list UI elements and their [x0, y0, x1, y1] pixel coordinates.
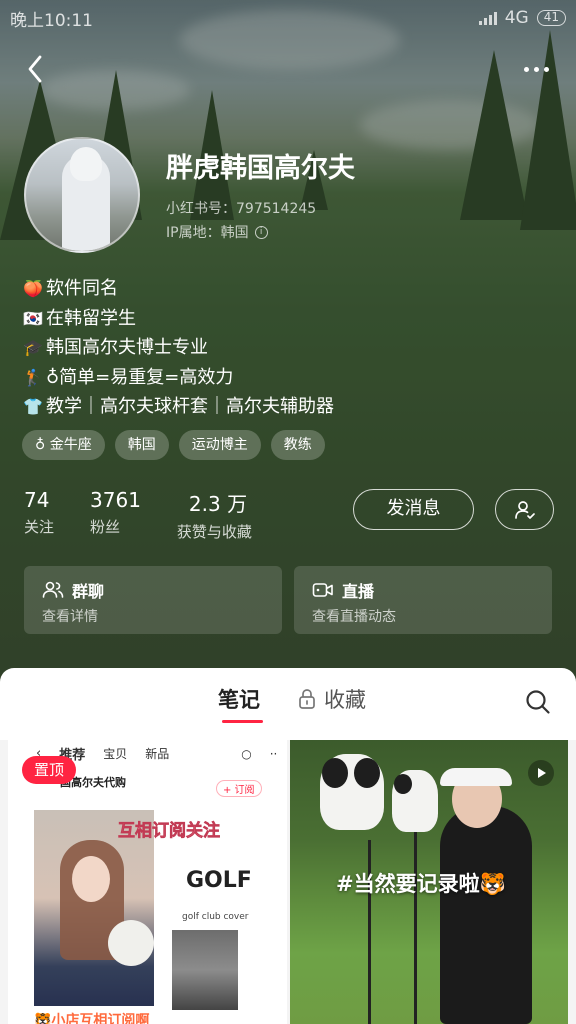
group-chat-card[interactable]: 群聊 查看详情: [24, 566, 282, 634]
bio-line: 🎓 韩国高尔夫博士专业: [22, 333, 334, 363]
peach-emoji-icon: 🍑: [23, 279, 43, 298]
bio-text: 韩国高尔夫博士专业: [46, 337, 208, 358]
note-overlay-caption: #当然要记录啦🐯: [336, 872, 506, 896]
lock-icon: [299, 689, 315, 709]
more-dots-icon: [523, 66, 529, 72]
network-label: 4G: [504, 8, 529, 28]
bio-text: 教学｜高尔夫球杆套｜高尔夫辅助器: [46, 396, 334, 417]
search-icon: [526, 690, 550, 714]
info-icon[interactable]: i: [254, 225, 268, 239]
stat-label: 粉丝: [90, 518, 121, 536]
mini-more-icon: ··: [269, 746, 278, 761]
mini-tab: 宝贝: [103, 747, 128, 761]
bio-text: 在韩留学生: [46, 307, 136, 329]
mini-subscribe-label: + 订阅: [216, 780, 262, 797]
profile-tags: ♁ 金牛座 韩国 运动博主 教练: [22, 430, 325, 460]
ip-location[interactable]: IP属地：韩国 i: [166, 222, 268, 242]
tag-role[interactable]: 教练: [270, 430, 325, 460]
bio-line: 👕 教学｜高尔夫球杆套｜高尔夫辅助器: [22, 392, 334, 422]
red-id[interactable]: 小红书号：797514245: [166, 198, 316, 218]
note-overlay-caption: 互相订阅关注: [118, 821, 221, 842]
stat-value: 3761: [90, 488, 141, 512]
chevron-left-icon: [28, 55, 42, 83]
send-message-button[interactable]: 发消息: [353, 489, 474, 530]
card-subtitle: 查看直播动态: [312, 609, 396, 625]
search-button[interactable]: [524, 688, 552, 716]
tag-zodiac[interactable]: ♁ 金牛座: [22, 430, 105, 460]
tab-favorites-label: 收藏: [324, 688, 366, 712]
avatar[interactable]: [24, 137, 140, 253]
bio: 🍑 软件同名 🇰🇷 在韩留学生 🎓 韩国高尔夫博士专业 🏌 ♁简单=易重复=高效…: [22, 274, 334, 422]
card-subtitle: 查看详情: [42, 609, 98, 625]
mini-search-icon: ○: [241, 746, 252, 761]
stat-followers[interactable]: 3761 粉丝: [90, 488, 141, 542]
battery-icon: 41: [536, 10, 566, 26]
bio-text: ♁简单=易重复=高效力: [46, 366, 234, 388]
back-button[interactable]: [18, 52, 52, 86]
stat-likes[interactable]: 2.3 万 获赞与收藏: [177, 488, 252, 542]
bio-text: 软件同名: [46, 278, 118, 299]
stat-value: 74: [24, 488, 50, 512]
top-bar: [0, 44, 576, 92]
golfer-emoji-icon: 🏌: [23, 367, 43, 387]
shirt-emoji-icon: 👕: [23, 397, 43, 416]
profile-stats: 74 关注 3761 粉丝 2.3 万 获赞与收藏: [24, 488, 288, 542]
golf-subtitle: golf club cover: [182, 912, 249, 922]
content-panel: 笔记 收藏 ‹ 推荐 宝贝 新品 ○ ·· 国高尔夫代购 + 订阅 互相订阅关注…: [0, 668, 576, 1024]
stat-value: 2.3 万: [188, 492, 248, 516]
tag-location[interactable]: 韩国: [114, 430, 169, 460]
tab-active-indicator: [222, 720, 263, 723]
ip-location-text: IP属地：韩国: [166, 225, 249, 241]
golf-cover-photo: [172, 930, 238, 1010]
card-title: 群聊: [72, 582, 105, 601]
mini-tab: 新品: [145, 747, 170, 761]
signal-icon: [478, 11, 497, 25]
tab-favorites[interactable]: 收藏: [298, 684, 366, 714]
tab-notes[interactable]: 笔记: [218, 684, 260, 714]
tag-category[interactable]: 运动博主: [178, 430, 261, 460]
status-bar: 晚上10:11 4G 41: [0, 0, 576, 36]
more-options-button[interactable]: [516, 52, 556, 86]
stat-following[interactable]: 74 关注: [24, 488, 54, 542]
group-icon: [42, 581, 64, 598]
card-title: 直播: [342, 582, 375, 601]
notes-grid: ‹ 推荐 宝贝 新品 ○ ·· 国高尔夫代购 + 订阅 互相订阅关注 GOLF …: [0, 740, 576, 1024]
profile-name: 胖虎韩国高尔夫: [166, 153, 355, 184]
content-tabs: 笔记 收藏: [0, 668, 576, 732]
stat-label: 关注: [24, 518, 55, 536]
pinned-badge: 置顶: [22, 756, 76, 784]
bio-line: 🇰🇷 在韩留学生: [22, 304, 334, 334]
follow-button[interactable]: [495, 489, 554, 530]
stat-label: 获赞与收藏: [176, 523, 252, 541]
note-card-video[interactable]: #当然要记录啦🐯: [290, 740, 568, 1024]
live-camera-icon: [312, 583, 333, 597]
user-check-icon: [514, 500, 535, 519]
play-icon: [528, 760, 554, 786]
status-time: 晚上10:11: [10, 10, 93, 31]
bio-line: 🏌 ♁简单=易重复=高效力: [22, 363, 334, 393]
note-title: 🐯小店互相订阅啊: [34, 1013, 150, 1024]
graduation-cap-icon: 🎓: [23, 338, 43, 357]
golf-title: GOLF: [186, 868, 252, 893]
korea-flag-icon: 🇰🇷: [23, 308, 43, 328]
bio-line: 🍑 软件同名: [22, 274, 334, 304]
note-card-pinned[interactable]: ‹ 推荐 宝贝 新品 ○ ·· 国高尔夫代购 + 订阅 互相订阅关注 GOLF …: [8, 740, 287, 1024]
live-card[interactable]: 直播 查看直播动态: [294, 566, 552, 634]
